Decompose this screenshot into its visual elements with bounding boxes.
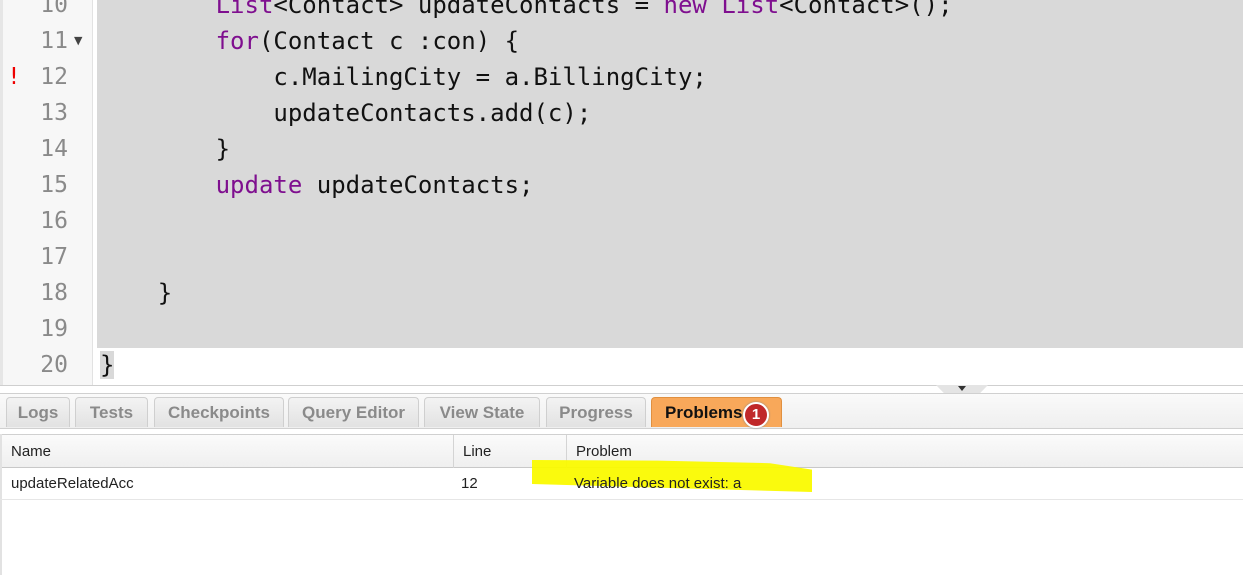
table-row[interactable]: updateRelatedAcc 12 Variable does not ex… xyxy=(0,468,1243,500)
keyword-token: for xyxy=(215,27,259,55)
code-line: updateContacts.add(c); xyxy=(100,95,591,131)
code-token: <Contact>(); xyxy=(779,0,953,19)
problems-rows: updateRelatedAcc 12 Variable does not ex… xyxy=(0,434,1243,575)
code-token: c.MailingCity = a.BillingCity; xyxy=(273,63,707,91)
code-token: } xyxy=(215,135,231,163)
tab-view-state[interactable]: View State xyxy=(424,397,540,427)
tab-query-editor[interactable]: Query Editor xyxy=(288,397,419,427)
keyword-token: new xyxy=(663,0,707,19)
line-number: 11 xyxy=(40,28,68,54)
cell-name: updateRelatedAcc xyxy=(11,475,134,492)
code-line: } xyxy=(100,131,230,167)
code-line: List<Contact> updateContacts = new List<… xyxy=(100,0,953,23)
error-marker-icon[interactable]: ! xyxy=(7,59,21,95)
line-number: 10 xyxy=(40,0,68,18)
line-number: 19 xyxy=(40,316,68,342)
code-token: updateContacts.add(c); xyxy=(273,99,592,127)
problems-count-badge: 1 xyxy=(743,402,769,428)
line-number: 15 xyxy=(40,172,68,198)
tab-progress[interactable]: Progress xyxy=(546,397,646,427)
code-token: } xyxy=(100,351,115,379)
splitter[interactable] xyxy=(0,385,1243,386)
code-token: updateContacts; xyxy=(302,171,534,199)
code-line: update updateContacts; xyxy=(100,167,534,203)
code-line: c.MailingCity = a.BillingCity; xyxy=(100,59,707,95)
code-line: } xyxy=(100,275,172,311)
keyword-token: List xyxy=(721,0,780,19)
keyword-token: update xyxy=(215,171,303,199)
code-token: (Contact c :con) { xyxy=(258,27,520,55)
line-number: 14 xyxy=(40,136,68,162)
line-number: 20 xyxy=(40,352,68,378)
tab-tests[interactable]: Tests xyxy=(75,397,148,427)
cell-problem: Variable does not exist: a xyxy=(574,475,742,492)
tab-checkpoints[interactable]: Checkpoints xyxy=(154,397,284,427)
line-number: 18 xyxy=(40,280,68,306)
arrow-down-icon[interactable] xyxy=(958,386,966,391)
tab-logs[interactable]: Logs xyxy=(6,397,70,427)
bottom-panel-tabs: Logs Tests Checkpoints Query Editor View… xyxy=(0,393,1243,429)
line-number: 13 xyxy=(40,100,68,126)
line-number: 16 xyxy=(40,208,68,234)
code-token: <Contact> updateContacts = xyxy=(273,0,664,19)
code-editor[interactable]: 10 List<Contact> updateContacts = new Li… xyxy=(0,0,1243,385)
code-line: for(Contact c :con) { xyxy=(100,23,519,59)
code-line: } xyxy=(100,347,115,383)
fold-triangle-down-icon[interactable]: ▼ xyxy=(74,23,82,59)
cell-line: 12 xyxy=(461,475,478,492)
keyword-token: List xyxy=(215,0,274,19)
line-number: 17 xyxy=(40,244,68,270)
code-token: } xyxy=(157,279,173,307)
